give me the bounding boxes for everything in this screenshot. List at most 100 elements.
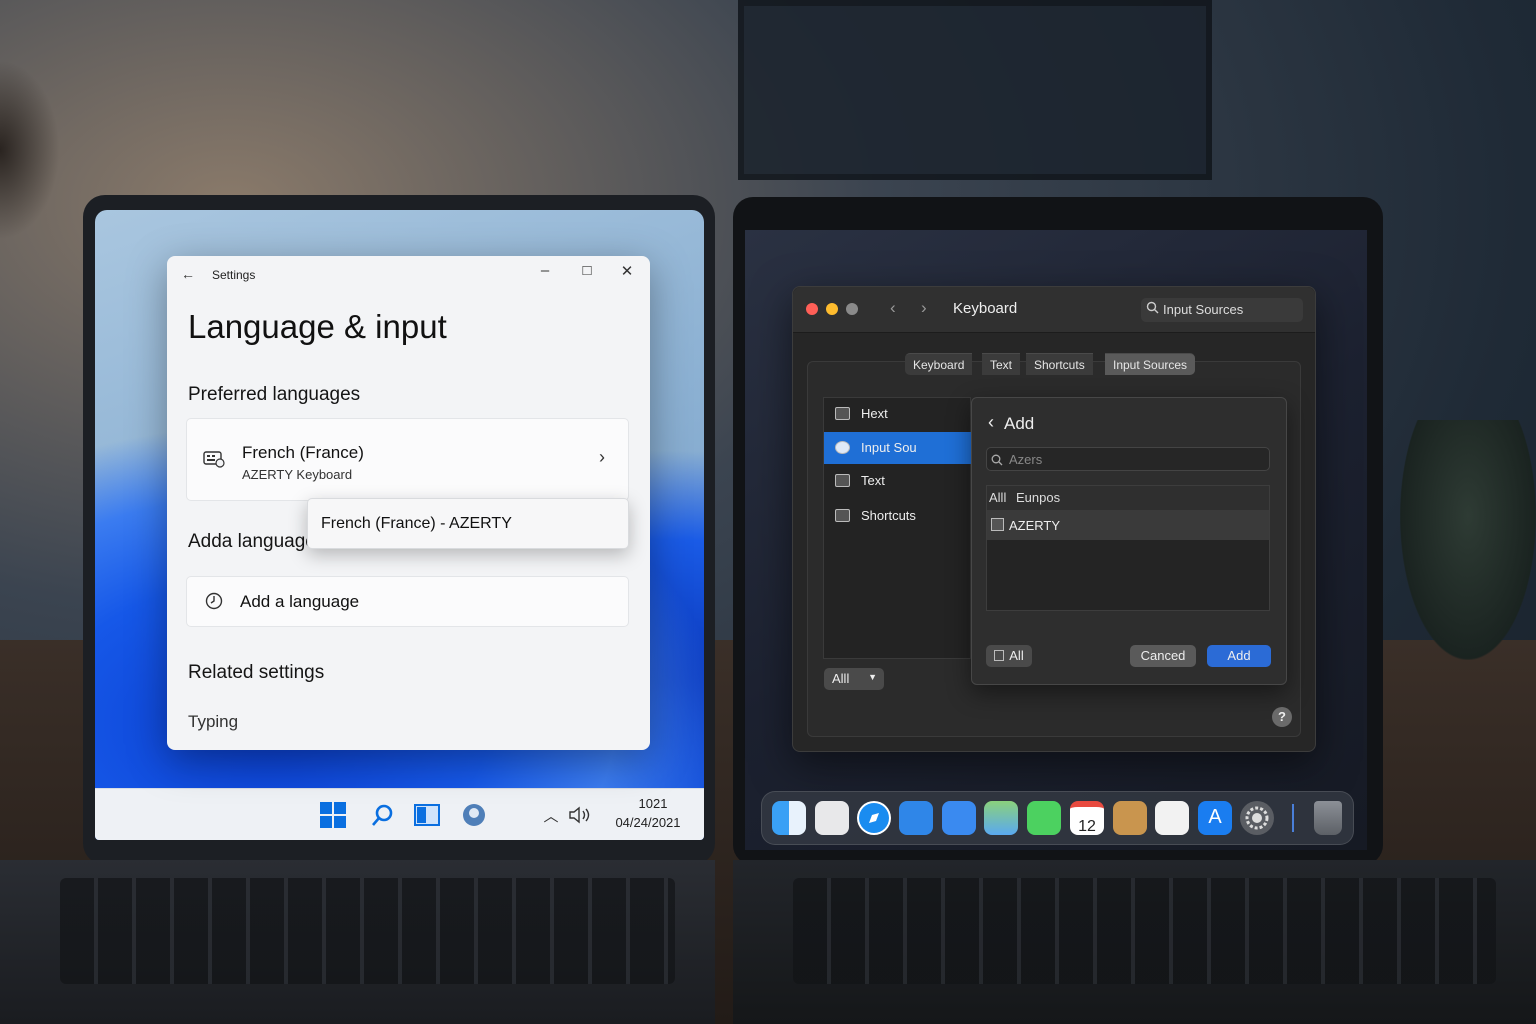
system-preferences-icon[interactable] [1240,801,1274,835]
chat-icon[interactable] [460,801,488,829]
add-language-button[interactable]: Add a language [186,576,629,627]
search-icon [1146,301,1159,317]
source-list: Alll Eunpos AZERTY [986,485,1270,611]
keyboard-preferences-window: ‹ › Keyboard Input Sources Keyboard Text… [792,286,1316,752]
start-icon[interactable] [319,801,347,829]
related-settings-heading: Related settings [188,662,325,683]
language-keyboard-label: AZERTY Keyboard [242,467,353,482]
maximize-icon[interactable]: □ [577,262,597,279]
forward-chevron-icon[interactable]: › [921,298,927,318]
mail-icon[interactable] [942,801,976,835]
filter-region[interactable]: Eunpos [1016,490,1060,505]
launchpad-icon[interactable] [815,801,849,835]
sidebar-item-label: Hext [861,406,888,421]
language-popup-item[interactable]: French (France) - AZERTY [307,498,629,549]
sheet-title: Add [1004,414,1035,433]
add-button[interactable]: Add [1207,645,1271,667]
chevron-down-icon: ▼ [868,672,877,682]
keyboard-icon [835,407,850,420]
mac-dock: 12 A [761,791,1354,845]
list-icon [994,650,1005,661]
sidebar-item-input-sources[interactable]: Input Sou [824,432,972,464]
minimize-icon[interactable]: – [535,262,555,279]
page-title: Language & input [188,308,447,345]
zoom-button[interactable] [846,303,858,315]
preferred-languages-heading: Preferred languages [188,384,361,405]
settings-window: ← Settings – □ ✕ Language & input Prefer… [167,256,650,750]
shortcuts-icon [835,509,850,522]
back-chevron-icon[interactable]: ‹ [988,412,994,433]
sheet-search-field[interactable]: Azers [986,447,1270,471]
messages-icon[interactable] [1027,801,1061,835]
dock-divider [1292,804,1294,832]
sidebar-item-shortcuts[interactable]: Shortcuts [824,500,972,532]
reminders-icon[interactable] [1155,801,1189,835]
tab-shortcuts[interactable]: Shortcuts [1026,353,1093,375]
windows-taskbar: ︿ 1021 04/24/2021 [95,788,704,840]
sidebar-item-label: Shortcuts [861,508,916,523]
list-item-azerty[interactable]: AZERTY [987,510,1269,540]
sidebar-filter-dropdown[interactable]: Alll ▼ [824,668,884,690]
chevron-up-icon[interactable]: ︿ [537,801,565,829]
add-language-label: Add a language [240,592,360,611]
dropdown-value: Alll [832,671,850,686]
keyboard-icon [991,518,1004,531]
language-keyboard-icon [203,450,225,473]
language-item-french[interactable]: French (France) AZERTY Keyboard › [186,418,629,501]
search-icon[interactable] [369,801,397,829]
clock-icon [205,592,223,615]
background-lamp [0,60,60,240]
taskbar-date[interactable]: 04/24/2021 [607,815,689,830]
maps-icon[interactable] [984,801,1018,835]
text-icon [835,474,850,487]
all-button[interactable]: All [986,645,1032,667]
search-icon [991,453,1003,471]
messages-desktop-icon[interactable] [899,801,933,835]
sidebar-item-hext[interactable]: Hext [824,398,972,430]
search-field[interactable]: Input Sources [1141,298,1303,322]
app-store-icon[interactable]: A [1198,801,1232,835]
window-title: Keyboard [953,300,1018,317]
filter-row: Alll Eunpos [987,486,1269,510]
trash-icon[interactable] [1314,801,1342,835]
taskbar-time[interactable]: 1021 [625,796,681,811]
filter-all[interactable]: Alll [989,490,1006,505]
chevron-right-icon: › [599,447,605,467]
search-placeholder: Input Sources [1163,302,1244,317]
keyboard-keys [60,878,675,984]
background-picture-frame [738,0,1212,180]
sidebar: Hext Input Sou Text Shortcuts [823,397,972,659]
input-sources-icon [835,441,850,454]
help-button[interactable]: ? [1272,707,1292,727]
sidebar-item-text[interactable]: Text [824,465,972,497]
close-icon[interactable]: ✕ [617,262,637,280]
calendar-icon[interactable]: 12 [1070,801,1104,835]
sidebar-item-label: Input Sou [861,440,917,455]
notes-icon[interactable] [1113,801,1147,835]
volume-icon[interactable] [567,801,595,829]
search-value: Azers [1009,452,1043,467]
keyboard-keys [793,878,1496,984]
back-arrow-icon[interactable]: ← [181,266,195,282]
all-button-label: All [1009,648,1024,663]
tab-keyboard[interactable]: Keyboard [905,353,973,375]
window-titlebar: ‹ › Keyboard Input Sources [793,287,1315,333]
background-plant [1400,420,1536,660]
minimize-button[interactable] [826,303,838,315]
right-laptop-keyboard [733,860,1536,1024]
safari-icon[interactable] [857,801,891,835]
window-title: Settings [212,268,256,282]
cancel-button[interactable]: Canced [1130,645,1196,667]
sidebar-item-label: Text [861,473,885,488]
add-language-heading: Adda language [188,531,316,552]
list-item-label: AZERTY [1009,518,1061,533]
left-laptop-keyboard [0,860,715,1024]
back-chevron-icon[interactable]: ‹ [890,298,896,318]
typing-link[interactable]: Typing [188,712,238,732]
tab-input-sources[interactable]: Input Sources [1105,353,1196,375]
language-name: French (France) [242,443,364,462]
close-button[interactable] [806,303,818,315]
widgets-icon[interactable] [413,801,441,829]
tab-text[interactable]: Text [982,353,1021,375]
finder-icon[interactable] [772,801,806,835]
